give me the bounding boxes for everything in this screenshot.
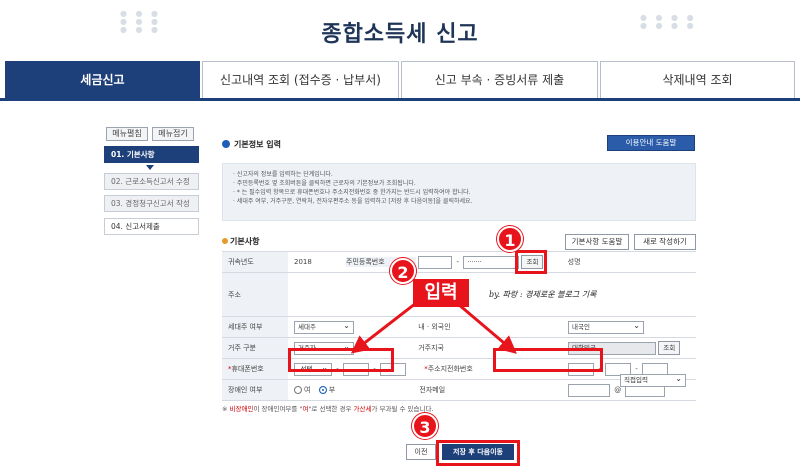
warning-prefix: ※ (222, 405, 228, 413)
section-bullet-icon (222, 140, 230, 148)
email-domain-select[interactable]: 직접입력 (620, 374, 686, 387)
name-label: 성명 (567, 258, 581, 266)
annotation-box-next (436, 440, 520, 466)
basic-input-title: 기본정보 입력 (234, 140, 281, 149)
disabled-yes-radio[interactable] (294, 386, 302, 394)
annotation-step-1: 1 (497, 226, 523, 252)
year-label: 귀속년도 (222, 251, 288, 273)
nationality-cell: 내국인 (562, 316, 696, 338)
basic-section-title: 기본사항 (230, 237, 260, 246)
household-label: 세대주 여부 (222, 316, 288, 338)
phone-dash: - (635, 365, 638, 373)
page-title: 종합소득세 신고 (321, 22, 479, 47)
rrn-dash: - (456, 258, 459, 266)
email-label: 전자메일 (419, 386, 446, 394)
tab-deletion-history[interactable]: 삭제내역 조회 (600, 61, 795, 98)
guide-help-button[interactable]: 이용안내 도움말 (607, 135, 695, 151)
warning-note: ※ 비장애인이 장애인여부를 "여"로 선택한 경우 가산세가 부과될 수 있습… (222, 403, 434, 413)
household-select[interactable]: 세대주 (294, 320, 354, 334)
active-pointer-icon (146, 165, 154, 170)
menu-item-submit-return[interactable]: 04. 신고서제출 (104, 218, 199, 235)
tab-document-submission[interactable]: 신고 부속 · 증빙서류 제출 (401, 61, 598, 98)
annotation-step-3: 3 (412, 413, 438, 439)
basic-help-button[interactable]: 기본사항 도움말 (565, 234, 629, 250)
notice-box: · 신고자의 정보를 입력하는 단계입니다. · 주민등록번호 옆 조회버튼을 … (222, 163, 696, 221)
country-lookup-button[interactable]: 조회 (658, 341, 681, 355)
annotation-box-phone (493, 348, 603, 372)
annotation-credit: by. 파랑 : 경제로운 블로그 기록 (489, 290, 597, 299)
address-label: 주소 (222, 272, 288, 317)
rrn-back-input[interactable]: ······· (463, 255, 520, 269)
notice-line: · 신고자의 정보를 입력하는 단계입니다. (233, 171, 333, 178)
warning-text: 이 장애인여부를 " (253, 405, 303, 413)
section-bullet-icon (222, 238, 228, 244)
tab-tax-filing[interactable]: 세금신고 (5, 61, 200, 98)
email-id-input[interactable] (568, 383, 610, 397)
menu-expand-button[interactable]: 메뉴펼침 (106, 127, 148, 141)
mobile-label: 휴대폰번호 (231, 365, 264, 373)
notice-line: · 주민등록번호 옆 조회버튼을 클릭하면 근로자의 기본정보가 조회됩니다. (233, 180, 416, 187)
disabled-no-label: 부 (328, 386, 336, 394)
phone-label-wrap: *주소지전화번호 (424, 364, 473, 374)
warning-term: 가산세 (353, 405, 372, 413)
rrn-front-input[interactable] (418, 255, 453, 269)
email-at: @ (614, 386, 622, 394)
nationality-select[interactable]: 내국인 (568, 320, 644, 334)
nationality-label: 내 · 외국인 (418, 323, 451, 331)
year-value: 2018 (288, 251, 340, 273)
new-form-button[interactable]: 새로 작성하기 (634, 234, 696, 250)
disabled-label: 장애인 여부 (222, 379, 288, 401)
mobile-label-cell: *휴대폰번호 (222, 358, 288, 380)
annotation-box-lookup (515, 250, 547, 274)
menu-item-edit-return[interactable]: 02. 근로소득신고서 수정 (104, 173, 199, 190)
notice-line: · 세대주 여부, 거주구분, 연락처, 전자우편주소 등을 입력하고 [저장 … (233, 198, 473, 205)
menu-item-basic-info[interactable]: 01. 기본사항 (104, 146, 199, 163)
residence-label: 거주 구분 (222, 337, 288, 359)
disabled-yes-label: 여 (304, 386, 311, 394)
notice-line: · * 는 필수입력 항목으로 휴대폰번호나 주소지전화번호 중 한가지는 반드… (233, 189, 471, 196)
disabled-cell: 여 부 전자메일 (288, 379, 562, 401)
prev-button[interactable]: 이전 (406, 444, 436, 460)
warning-text: "로 선택한 경우 (308, 405, 354, 413)
household-cell: 세대주 내 · 외국인 (288, 316, 562, 338)
warning-text: 가 부과될 수 있습니다. (371, 405, 434, 413)
annotation-input-label: 입력 (413, 279, 469, 307)
phone-label: 주소지전화번호 (427, 365, 473, 373)
disabled-no-radio[interactable] (318, 386, 327, 394)
warning-term: 비장애인 (229, 405, 254, 413)
menu-item-correction-claim[interactable]: 03. 경정청구신고서 작성 (104, 195, 199, 212)
annotation-box-mobile (288, 348, 394, 372)
menu-collapse-button[interactable]: 메뉴접기 (152, 127, 194, 141)
country-label: 거주지국 (418, 344, 444, 352)
tab-bar: 세금신고 신고내역 조회 (접수증 · 납부서) 신고 부속 · 증빙서류 제출… (0, 61, 800, 101)
tab-filing-history[interactable]: 신고내역 조회 (접수증 · 납부서) (202, 61, 399, 98)
